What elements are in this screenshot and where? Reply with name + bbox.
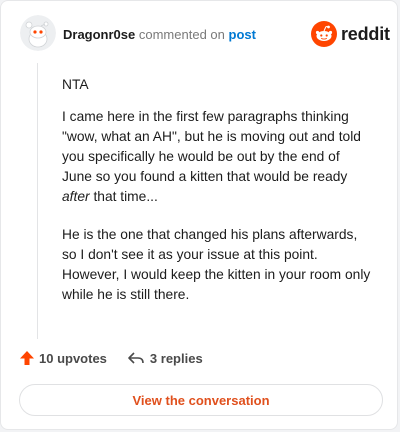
reply-count: 3 replies xyxy=(149,350,203,366)
reddit-logo[interactable]: reddit xyxy=(311,21,390,47)
upvote-count: 10 upvotes xyxy=(39,350,107,366)
emphasis-text: after xyxy=(62,189,90,204)
reply-arrow-icon xyxy=(128,352,144,364)
replies-button[interactable]: 3 replies xyxy=(127,350,203,366)
avatar[interactable] xyxy=(20,15,56,51)
reddit-snoo-icon xyxy=(311,21,337,47)
comment-card: Dragonr0se commented on post reddit NTA … xyxy=(0,0,398,430)
post-link[interactable]: post xyxy=(229,27,256,42)
upvote-button[interactable]: 10 upvotes xyxy=(19,350,107,366)
comment-footer: 10 upvotes 3 replies xyxy=(19,350,203,366)
comment-header: Dragonr0se commented on post xyxy=(63,27,256,42)
comment-body: NTA I came here in the first few paragra… xyxy=(62,75,372,323)
username-link[interactable]: Dragonr0se xyxy=(63,27,135,42)
comment-line-1: NTA xyxy=(62,77,89,92)
action-text: commented on xyxy=(138,27,225,42)
upvote-arrow-icon xyxy=(20,351,34,365)
reddit-wordmark: reddit xyxy=(341,23,390,44)
thread-line xyxy=(37,63,38,339)
comment-paragraph-2: He is the one that changed his plans aft… xyxy=(62,227,371,302)
comment-paragraph-1: I came here in the first few paragraphs … xyxy=(62,109,361,204)
view-conversation-button[interactable]: View the conversation xyxy=(19,384,383,416)
